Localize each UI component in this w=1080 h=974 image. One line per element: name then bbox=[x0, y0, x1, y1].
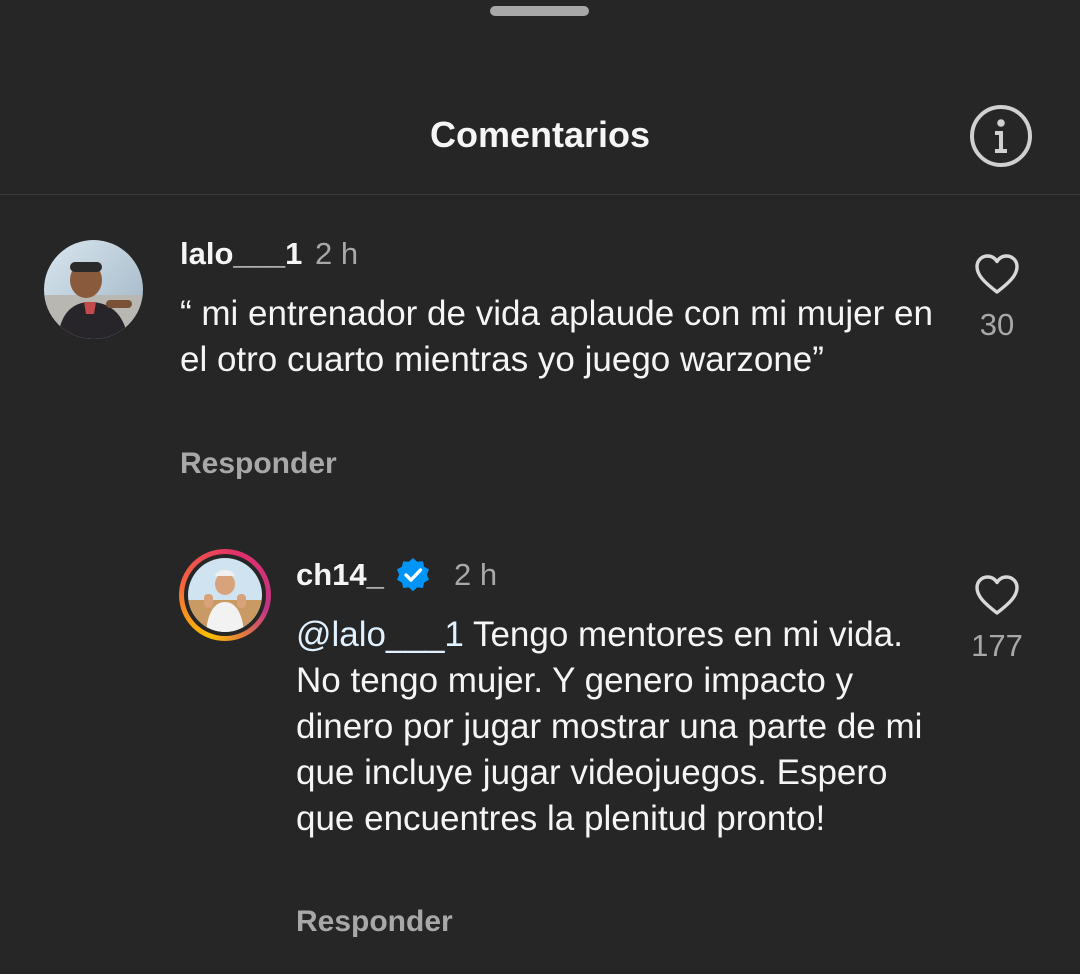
info-icon[interactable] bbox=[969, 104, 1033, 168]
comment-text: “ mi entrenador de vida aplaude con mi m… bbox=[180, 294, 933, 379]
heart-outline-icon[interactable] bbox=[974, 253, 1020, 295]
comment-username[interactable]: lalo___1 bbox=[180, 236, 302, 272]
sheet-grab-handle[interactable] bbox=[490, 6, 589, 16]
comment-username[interactable]: ch14_ bbox=[296, 557, 384, 593]
reply-button[interactable]: Responder bbox=[296, 905, 453, 939]
comment-time: 2 h bbox=[315, 236, 359, 271]
header-divider bbox=[0, 194, 1080, 195]
comment-time: 2 h bbox=[454, 557, 498, 592]
heart-outline-icon[interactable] bbox=[974, 574, 1020, 616]
page-title: Comentarios bbox=[429, 114, 651, 155]
like-count: 177 bbox=[971, 628, 1023, 663]
sheet-header: Comentarios bbox=[0, 86, 1080, 194]
like-count: 30 bbox=[979, 307, 1015, 342]
reply-button[interactable]: Responder bbox=[180, 447, 337, 481]
comment-text: @lalo___1 Tengo mentores en mi vida. No … bbox=[296, 612, 936, 842]
avatar[interactable] bbox=[44, 240, 143, 339]
verified-badge-icon bbox=[395, 557, 431, 593]
mention-link[interactable]: @lalo___1 bbox=[296, 615, 464, 654]
avatar-story-ring[interactable] bbox=[179, 549, 271, 641]
